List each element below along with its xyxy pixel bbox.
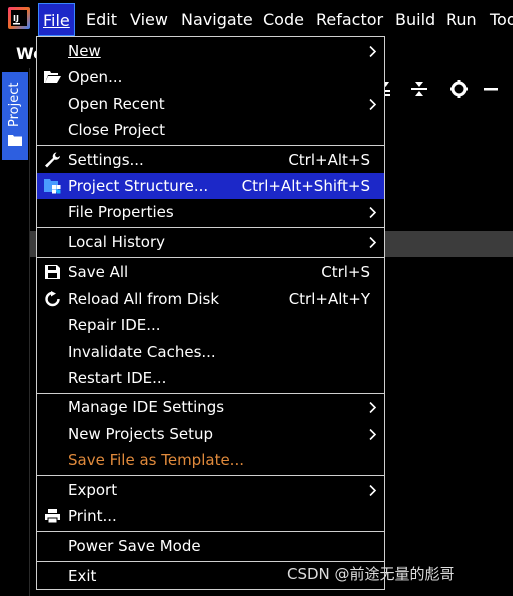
menu-code[interactable]: Code: [259, 3, 308, 36]
reload-icon: [45, 291, 60, 307]
menu-power-save-mode[interactable]: Power Save Mode: [37, 533, 384, 559]
watermark: CSDN @前途无量的彪哥: [287, 565, 455, 583]
menu-save-all[interactable]: Save All Ctrl+S: [37, 259, 384, 285]
chevron-right-icon: [369, 99, 376, 110]
menu-separator: [37, 227, 384, 228]
menu-export[interactable]: Export: [37, 477, 384, 503]
menu-invalidate-caches[interactable]: Invalidate Caches...: [37, 339, 384, 365]
chevron-right-icon: [369, 46, 376, 57]
menu-separator: [37, 531, 384, 532]
menu-reload-all[interactable]: Reload All from Disk Ctrl+Alt+Y: [37, 286, 384, 312]
menu-open[interactable]: Open...: [37, 64, 384, 90]
menu-navigate[interactable]: Navigate: [177, 3, 257, 36]
menu-tools[interactable]: Too: [486, 3, 513, 36]
chevron-right-icon: [369, 429, 376, 440]
chevron-right-icon: [369, 207, 376, 218]
menu-separator: [37, 475, 384, 476]
menu-project-structure[interactable]: Project Structure... Ctrl+Alt+Shift+S: [37, 173, 384, 199]
menu-manage-ide-settings[interactable]: Manage IDE Settings: [37, 394, 384, 420]
menu-bar: IJ File Edit View Navigate Code Refactor…: [0, 0, 513, 38]
menu-restart-ide[interactable]: Restart IDE...: [37, 365, 384, 391]
menu-print[interactable]: Print...: [37, 503, 384, 529]
menu-view[interactable]: View: [126, 3, 172, 36]
menu-build[interactable]: Build: [391, 3, 439, 36]
menu-new-projects-setup[interactable]: New Projects Setup: [37, 421, 384, 447]
folder-open-icon: [44, 71, 61, 83]
minimize-icon[interactable]: [480, 78, 502, 100]
menu-open-recent[interactable]: Open Recent: [37, 91, 384, 117]
project-structure-icon: [44, 179, 61, 194]
menu-save-file-as-template[interactable]: Save File as Template...: [37, 447, 384, 473]
chevron-right-icon: [369, 237, 376, 248]
menu-repair-ide[interactable]: Repair IDE...: [37, 312, 384, 338]
folder-icon: [8, 135, 22, 146]
save-icon: [45, 265, 60, 279]
svg-text:IJ: IJ: [13, 14, 19, 23]
menu-close-project[interactable]: Close Project: [37, 117, 384, 143]
menu-separator: [37, 257, 384, 258]
chevron-right-icon: [369, 402, 376, 413]
wrench-icon: [45, 152, 60, 168]
menu-settings[interactable]: Settings... Ctrl+Alt+S: [37, 147, 384, 173]
project-tab-label: Project: [7, 82, 22, 128]
menu-new[interactable]: New: [37, 38, 384, 64]
menu-run[interactable]: Run: [442, 3, 481, 36]
menu-file[interactable]: File: [38, 3, 75, 36]
chevron-right-icon: [369, 485, 376, 496]
menu-edit[interactable]: Edit: [82, 3, 121, 36]
menu-separator: [37, 145, 384, 146]
menu-refactor[interactable]: Refactor: [312, 3, 387, 36]
file-menu-dropdown: New Open... Open Recent Close Project Se…: [36, 36, 385, 590]
gear-icon[interactable]: [448, 78, 470, 100]
menu-file-properties[interactable]: File Properties: [37, 199, 384, 225]
intellij-logo-icon: IJ: [8, 7, 30, 29]
menu-separator: [37, 561, 384, 562]
printer-icon: [45, 509, 60, 524]
menu-local-history[interactable]: Local History: [37, 229, 384, 255]
expand-collapse-icon[interactable]: [408, 78, 430, 100]
